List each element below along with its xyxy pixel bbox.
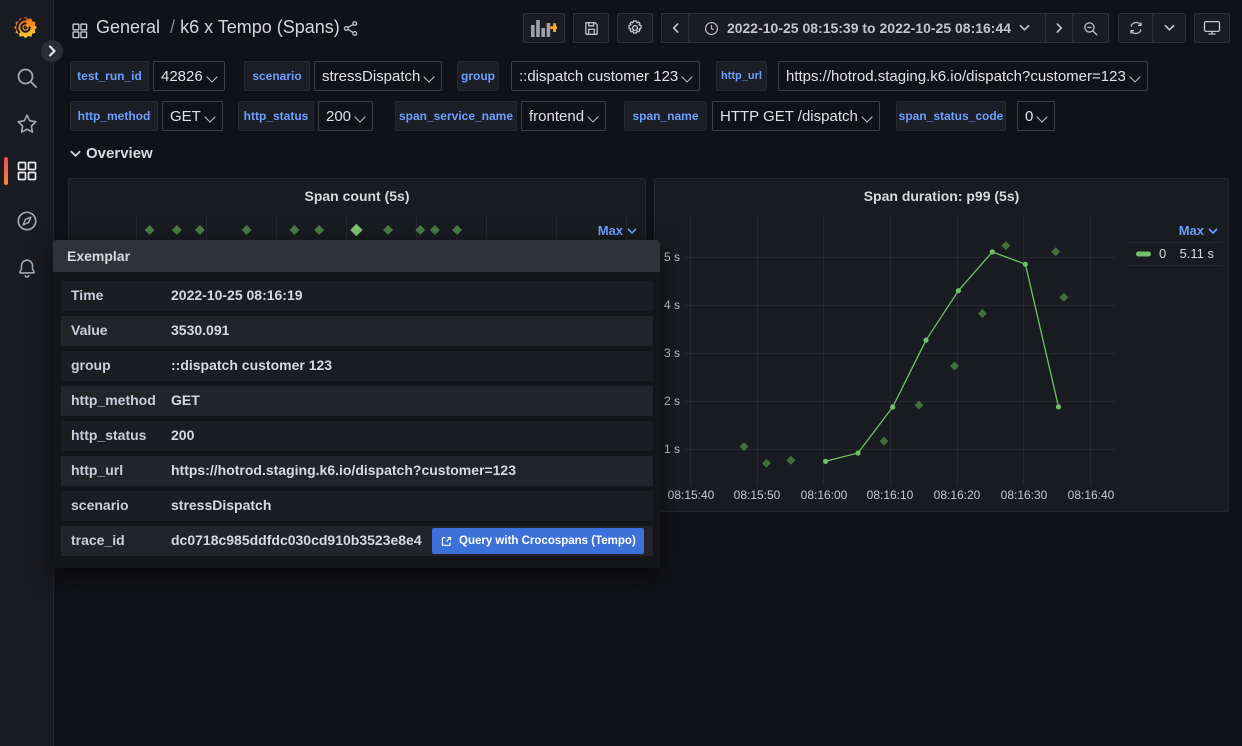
- svg-text:Max: Max: [1179, 223, 1205, 238]
- svg-text:5 s: 5 s: [664, 250, 680, 264]
- svg-text:08:16:40: 08:16:40: [1068, 488, 1115, 502]
- svg-text:08:16:00: 08:16:00: [801, 488, 848, 502]
- svg-text:08:15:40: 08:15:40: [668, 488, 715, 502]
- svg-text:1 s: 1 s: [664, 442, 680, 456]
- svg-text:Max: Max: [598, 223, 624, 238]
- svg-text:0: 0: [1159, 246, 1166, 261]
- svg-text:4 s: 4 s: [664, 298, 680, 312]
- svg-text:08:16:10: 08:16:10: [867, 488, 914, 502]
- svg-text:5.11 s: 5.11 s: [1180, 246, 1215, 261]
- svg-text:08:16:20: 08:16:20: [934, 488, 981, 502]
- svg-text:3 s: 3 s: [664, 346, 680, 360]
- svg-text:08:15:50: 08:15:50: [734, 488, 781, 502]
- svg-text:2 s: 2 s: [664, 394, 680, 408]
- svg-text:08:16:30: 08:16:30: [1001, 488, 1048, 502]
